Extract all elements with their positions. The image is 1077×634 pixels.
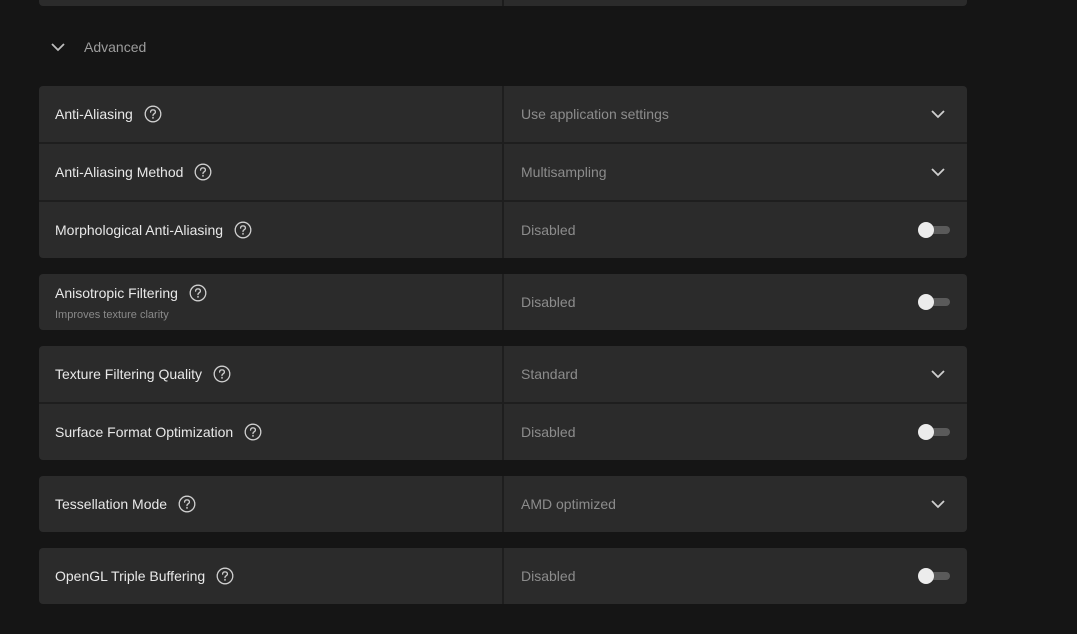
setting-label: Anti-Aliasing <box>55 106 133 122</box>
dropdown-value: Use application settings <box>521 106 669 122</box>
setting-label-cell: Tessellation Mode <box>39 476 502 532</box>
setting-label: Texture Filtering Quality <box>55 366 203 382</box>
settings-group: Tessellation Mode AMD optimized <box>39 476 967 532</box>
setting-label: Anti-Aliasing Method <box>55 164 184 180</box>
setting-value-cell: Disabled <box>504 274 967 330</box>
setting-label: Morphological Anti-Aliasing <box>55 222 224 238</box>
previous-setting-card <box>39 0 967 6</box>
help-icon[interactable] <box>178 495 196 513</box>
chevron-down-icon <box>930 496 946 512</box>
advanced-section-toggle[interactable]: Advanced <box>50 36 146 58</box>
setting-row-tessellation-mode: Tessellation Mode AMD optimized <box>39 476 967 532</box>
setting-value-cell: Disabled <box>504 202 967 258</box>
setting-row-texture-filtering-quality: Texture Filtering Quality Standard <box>39 346 967 402</box>
dropdown-value: Standard <box>521 366 578 382</box>
setting-label: Surface Format Optimization <box>55 424 234 440</box>
texture-filtering-quality-dropdown[interactable]: Standard <box>504 346 967 402</box>
help-icon[interactable] <box>244 423 262 441</box>
surface-format-optimization-toggle[interactable] <box>918 424 950 440</box>
settings-group: Texture Filtering Quality Standard Surfa… <box>39 346 967 460</box>
setting-row-opengl-triple-buffering: OpenGL Triple Buffering Disabled <box>39 548 967 604</box>
settings-page: Advanced Anti-Aliasing Use application s… <box>0 0 1077 634</box>
setting-label: Tessellation Mode <box>55 496 168 512</box>
setting-value-cell: Disabled <box>504 548 967 604</box>
setting-row-morphological-anti-aliasing: Morphological Anti-Aliasing Disabled <box>39 202 967 258</box>
setting-label-cell: OpenGL Triple Buffering <box>39 548 502 604</box>
card-divider <box>502 0 504 6</box>
setting-label: Anisotropic Filtering <box>55 284 178 301</box>
setting-value-cell: Disabled <box>504 404 967 460</box>
opengl-triple-buffering-toggle[interactable] <box>918 568 950 584</box>
anti-aliasing-dropdown[interactable]: Use application settings <box>504 86 967 142</box>
settings-group: OpenGL Triple Buffering Disabled <box>39 548 967 604</box>
toggle-state-text: Disabled <box>521 222 576 238</box>
chevron-down-icon <box>930 164 946 180</box>
help-icon[interactable] <box>216 567 234 585</box>
anti-aliasing-method-dropdown[interactable]: Multisampling <box>504 144 967 200</box>
toggle-state-text: Disabled <box>521 424 576 440</box>
setting-row-anti-aliasing-method: Anti-Aliasing Method Multisampling <box>39 144 967 200</box>
chevron-down-icon <box>50 39 66 55</box>
setting-row-anti-aliasing: Anti-Aliasing Use application settings <box>39 86 967 142</box>
setting-label-cell: Morphological Anti-Aliasing <box>39 202 502 258</box>
setting-label: OpenGL Triple Buffering <box>55 568 206 584</box>
settings-group: Anti-Aliasing Use application settings A… <box>39 86 967 258</box>
setting-label-cell: Anti-Aliasing Method <box>39 144 502 200</box>
morphological-anti-aliasing-toggle[interactable] <box>918 222 950 238</box>
tessellation-mode-dropdown[interactable]: AMD optimized <box>504 476 967 532</box>
chevron-down-icon <box>930 106 946 122</box>
dropdown-value: AMD optimized <box>521 496 616 512</box>
toggle-state-text: Disabled <box>521 568 576 584</box>
help-icon[interactable] <box>144 105 162 123</box>
toggle-state-text: Disabled <box>521 294 576 310</box>
setting-row-anisotropic-filtering: Anisotropic Filtering Improves texture c… <box>39 274 967 330</box>
anisotropic-filtering-toggle[interactable] <box>918 294 950 310</box>
dropdown-value: Multisampling <box>521 164 607 180</box>
chevron-down-icon <box>930 366 946 382</box>
setting-row-surface-format-optimization: Surface Format Optimization Disabled <box>39 404 967 460</box>
section-title: Advanced <box>84 39 147 55</box>
setting-subtitle: Improves texture clarity <box>55 308 169 321</box>
help-icon[interactable] <box>194 163 212 181</box>
settings-group: Anisotropic Filtering Improves texture c… <box>39 274 967 330</box>
setting-label-cell: Texture Filtering Quality <box>39 346 502 402</box>
setting-label-cell: Surface Format Optimization <box>39 404 502 460</box>
help-icon[interactable] <box>189 284 207 302</box>
help-icon[interactable] <box>213 365 231 383</box>
setting-label-cell: Anti-Aliasing <box>39 86 502 142</box>
setting-label-cell: Anisotropic Filtering Improves texture c… <box>39 274 502 330</box>
help-icon[interactable] <box>234 221 252 239</box>
